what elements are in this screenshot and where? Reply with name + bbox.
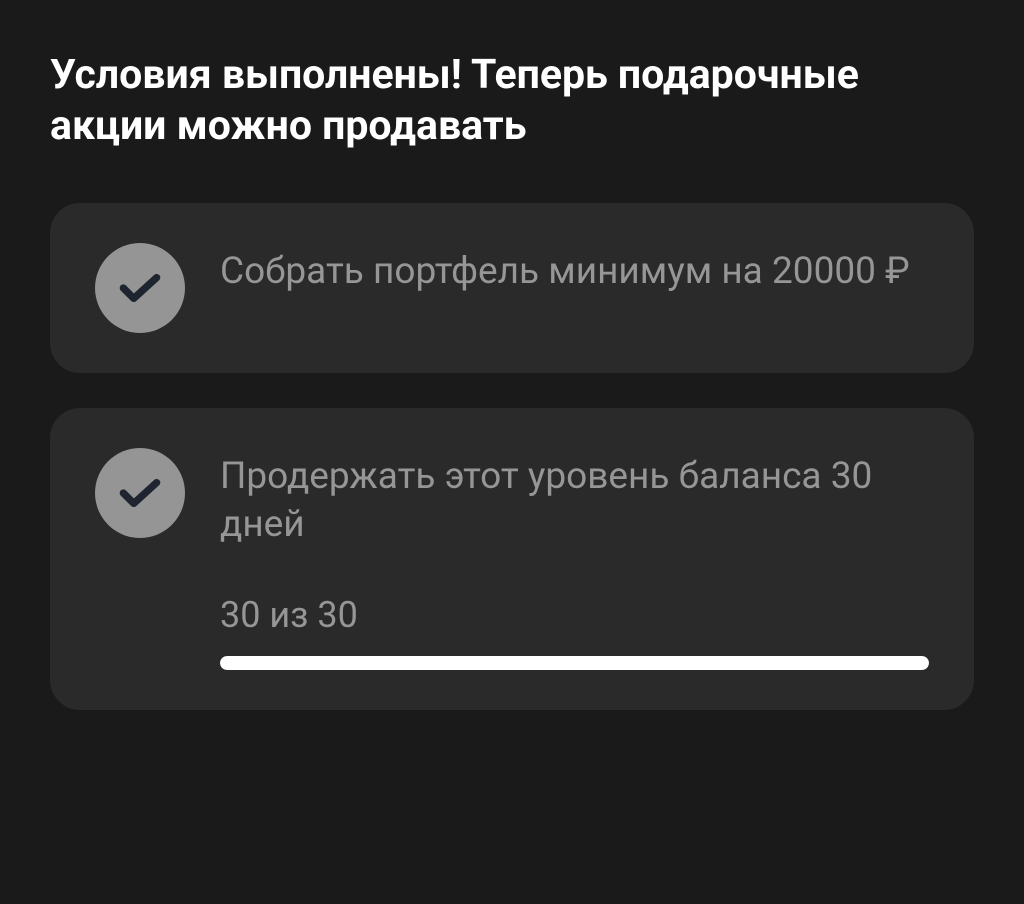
condition-balance-text: Продержать этот уровень баланса 30 дней bbox=[220, 453, 929, 549]
condition-portfolio-text: Собрать портфель минимум на 20000 ₽ bbox=[220, 248, 929, 296]
condition-balance: Продержать этот уровень баланса 30 дней … bbox=[50, 408, 974, 710]
condition-balance-content: Продержать этот уровень баланса 30 дней … bbox=[220, 448, 929, 670]
condition-portfolio: Собрать портфель минимум на 20000 ₽ bbox=[50, 203, 974, 373]
progress-bar bbox=[220, 656, 929, 670]
progress-label: 30 из 30 bbox=[220, 594, 929, 636]
progress-section: 30 из 30 bbox=[220, 594, 929, 670]
progress-bar-fill bbox=[220, 656, 929, 670]
check-icon bbox=[95, 448, 185, 538]
check-icon bbox=[95, 243, 185, 333]
panel-heading: Условия выполнены! Теперь подарочные акц… bbox=[50, 50, 974, 153]
conditions-panel: Условия выполнены! Теперь подарочные акц… bbox=[50, 50, 974, 710]
condition-portfolio-content: Собрать портфель минимум на 20000 ₽ bbox=[220, 243, 929, 296]
